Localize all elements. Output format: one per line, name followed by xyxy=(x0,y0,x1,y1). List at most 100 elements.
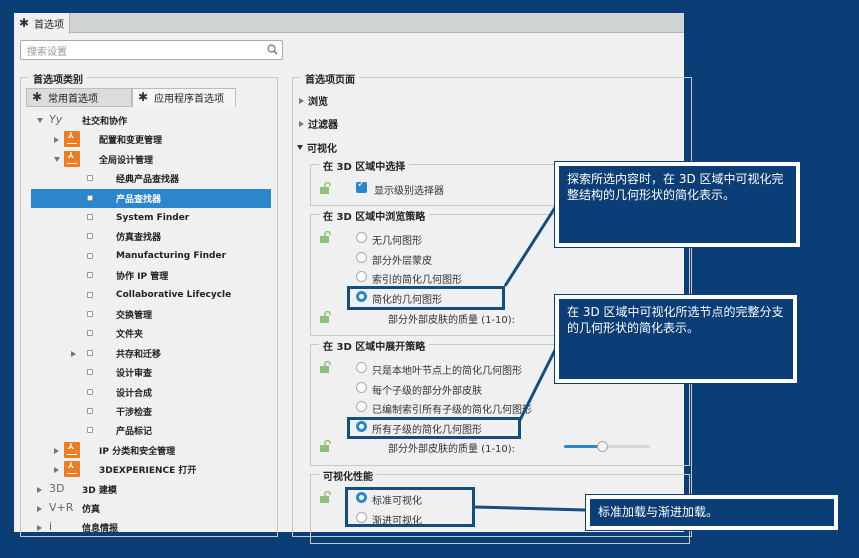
tree-item-label: System Finder xyxy=(116,212,190,223)
tree-item-label: 经典产品查找器 xyxy=(116,175,180,186)
select-group-title: 在 3D 区域中选择 xyxy=(319,158,410,173)
expand-arrow-icon[interactable] xyxy=(54,447,59,454)
gear-icon xyxy=(32,90,43,104)
show-level-selector-checkbox[interactable] xyxy=(356,179,367,193)
tab-common-preferences[interactable]: 常用首选项 xyxy=(26,88,132,107)
tree-item[interactable]: 设计合成 xyxy=(31,383,271,402)
tree-item[interactable]: 配置和变更管理 xyxy=(31,130,271,149)
expand-arrow-icon[interactable] xyxy=(54,137,59,144)
tree-item-label: 仿真查找器 xyxy=(116,233,162,244)
expand-group-title: 在 3D 区域中展开策略 xyxy=(319,338,430,353)
tree-item-label: 共存和迁移 xyxy=(116,349,162,360)
expand-strategy-option-label: 已编制索引所有子级的简化几何图形 xyxy=(372,405,532,416)
tree-item-label: Collaborative Lifecycle xyxy=(116,290,232,301)
tab-preferences[interactable]: 首选项 xyxy=(14,13,70,34)
gear-icon xyxy=(19,16,30,30)
tree-item[interactable]: System Finder xyxy=(31,208,271,227)
tree-item[interactable]: 协作 IP 管理 xyxy=(31,266,271,285)
simulation-icon: V+R xyxy=(49,501,74,514)
unlock-icon[interactable] xyxy=(319,491,332,503)
tree-item[interactable]: IP 分类和安全管理 xyxy=(31,441,271,460)
callout-visualization-performance: 标准加载与渐进加载。 xyxy=(586,495,838,530)
tree-item[interactable]: 经典产品查找器 xyxy=(31,169,271,188)
tab-app-preferences[interactable]: 应用程序首选项 xyxy=(132,88,236,107)
tree-item-label: IP 分类和安全管理 xyxy=(99,446,176,457)
tree-item[interactable]: 3DEXPERIENCE 打开 xyxy=(31,460,271,479)
bullet-icon xyxy=(87,311,93,317)
unlock-icon[interactable] xyxy=(319,182,332,194)
visualization-performance-option-label: 渐进可视化 xyxy=(372,515,422,527)
expand-arrow-icon[interactable] xyxy=(37,525,42,532)
bullet-icon xyxy=(87,214,93,220)
tree-item[interactable]: V+R 仿真 xyxy=(31,499,271,518)
expand-arrow-icon[interactable] xyxy=(54,467,59,474)
app-icon xyxy=(64,150,80,167)
tree-item-label: 信息情报 xyxy=(82,524,119,535)
visualization-performance-radio[interactable] xyxy=(356,511,367,523)
tree-item-label: Manufacturing Finder xyxy=(116,251,227,262)
tree-item[interactable]: 产品标记 xyxy=(31,421,271,440)
tree-item[interactable]: 设计审查 xyxy=(31,363,271,382)
tree-item[interactable]: Yy 社交和协作 xyxy=(31,111,271,130)
search-icon[interactable] xyxy=(267,44,278,55)
expand-strategy-radio[interactable] xyxy=(356,401,367,412)
callout-text: 探索所选内容时，在 3D 区域中可视化完整结构的几何形状的简化表示。 xyxy=(567,172,784,202)
browse-strategy-radio[interactable] xyxy=(356,271,367,282)
callout-text: 标准加载与渐进加载。 xyxy=(598,505,719,519)
expand-arrow-icon xyxy=(299,120,304,127)
bullet-icon xyxy=(87,233,93,240)
tree-item[interactable]: 全局设计管理 xyxy=(31,150,271,169)
tree-item[interactable]: Collaborative Lifecycle xyxy=(31,286,271,305)
tree-item[interactable]: 文件夹 xyxy=(31,324,271,343)
bullet-icon xyxy=(87,408,93,414)
perf-group-title: 可视化性能 xyxy=(319,468,377,483)
expand-arrow-icon[interactable] xyxy=(71,350,76,357)
tree-item[interactable]: Manufacturing Finder xyxy=(31,247,271,266)
show-level-selector-label: 显示级别选择器 xyxy=(374,186,444,197)
unlock-icon[interactable] xyxy=(319,311,332,323)
tab-app-label: 应用程序首选项 xyxy=(154,94,224,105)
browse-strategy-radio[interactable] xyxy=(356,251,367,263)
expand-strategy-radio[interactable] xyxy=(356,362,367,373)
unlock-icon[interactable] xyxy=(319,231,332,243)
expand-arrow-icon[interactable] xyxy=(37,486,42,493)
collapse-arrow-icon[interactable] xyxy=(54,156,60,162)
tree-item[interactable]: 仿真查找器 xyxy=(31,227,271,246)
tree-item[interactable]: 3D 3D 建模 xyxy=(31,480,271,499)
tab-label: 首选项 xyxy=(34,20,64,31)
tree-item[interactable]: 干涉检查 xyxy=(31,402,271,421)
browse-strategy-option-label: 无几何图形 xyxy=(372,236,422,247)
tree-item-label: 产品标记 xyxy=(116,427,153,438)
tree-item-label: 配置和变更管理 xyxy=(99,136,163,147)
browse-strategy-radio[interactable] xyxy=(356,290,367,302)
visualization-performance-option-label: 标准可视化 xyxy=(372,496,422,507)
expand-arrow-icon[interactable] xyxy=(37,506,42,512)
search-input[interactable]: 搜索设置 xyxy=(20,40,283,60)
tree-item[interactable]: i 信息情报 xyxy=(31,518,271,537)
expand-strategy-option-label: 所有子级的简化几何图形 xyxy=(372,424,482,436)
unlock-icon[interactable] xyxy=(319,361,332,373)
visualization-performance-radio[interactable] xyxy=(356,492,367,503)
collapse-arrow-icon[interactable] xyxy=(37,118,43,123)
bullet-icon xyxy=(87,194,93,201)
callout-text: 在 3D 区域中可视化所选节点的完整分支的几何形状的简化表示。 xyxy=(567,305,784,335)
tree-item-label: 设计合成 xyxy=(116,388,153,399)
section-label: 可视化 xyxy=(307,144,337,155)
tree-item-label: 文件夹 xyxy=(116,330,144,341)
expand-strategy-radio[interactable] xyxy=(356,420,367,432)
page-group-title: 首选项页面 xyxy=(301,71,359,86)
bullet-icon xyxy=(87,388,93,395)
expand-strategy-radio[interactable] xyxy=(356,381,367,393)
section-filters[interactable]: 过滤器 xyxy=(299,116,338,131)
tree-item[interactable]: 共存和迁移 xyxy=(31,344,271,363)
preferences-window: 首选项 搜索设置 首选项类别 常用首选项 应用程序首选项 首选项页面 浏览 过滤… xyxy=(14,13,692,544)
section-label: 过滤器 xyxy=(308,120,338,131)
browse-strategy-radio[interactable] xyxy=(356,232,367,243)
unlock-icon[interactable] xyxy=(319,440,332,452)
collapse-arrow-icon xyxy=(297,145,303,150)
tree-item[interactable]: 产品查找器 xyxy=(31,188,271,208)
section-browse[interactable]: 浏览 xyxy=(299,93,328,108)
tree-item-label: 社交和协作 xyxy=(82,117,128,127)
section-visualization[interactable]: 可视化 xyxy=(297,140,337,155)
tree-item[interactable]: 交换管理 xyxy=(31,305,271,324)
